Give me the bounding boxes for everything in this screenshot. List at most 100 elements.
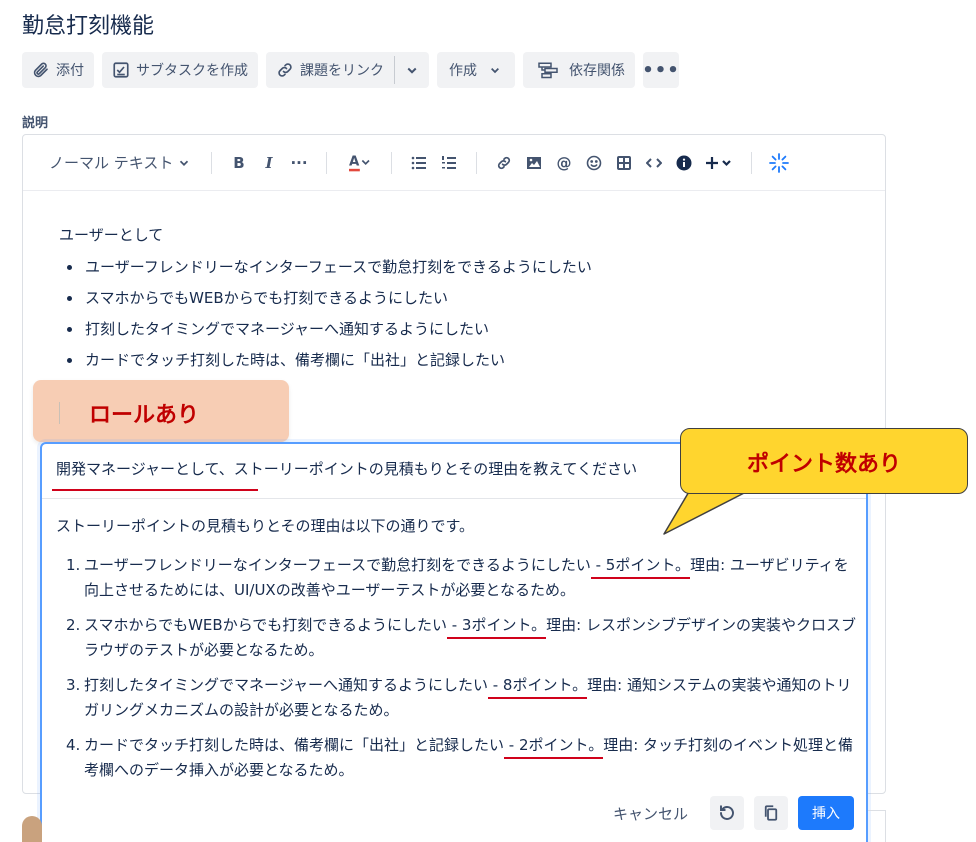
- item-number: 3.: [66, 676, 81, 694]
- item-number: 4.: [66, 736, 81, 754]
- callout-pointer: [663, 488, 756, 535]
- cancel-button[interactable]: キャンセル: [613, 803, 688, 824]
- item-points: - 3ポイント。: [446, 616, 547, 639]
- numbered-list-glyph: [442, 155, 456, 169]
- editor-toolbar: ノーマル テキスト B I ··· A @: [23, 135, 885, 191]
- text-cursor: [59, 402, 60, 424]
- text-color-glyph: A: [349, 154, 370, 171]
- item-points: - 5ポイント。: [590, 556, 691, 579]
- list-item: 1. ユーザーフレンドリーなインターフェースで勤怠打刻をできるようにしたい - …: [66, 553, 856, 603]
- emoji-glyph: [586, 155, 602, 170]
- link-icon[interactable]: [489, 148, 519, 178]
- text-style-dropdown[interactable]: ノーマル テキスト: [49, 152, 199, 173]
- numbered-list-icon[interactable]: [434, 148, 464, 178]
- list-item: ユーザーフレンドリーなインターフェースで勤怠打刻をできるようにしたい: [59, 257, 885, 288]
- link-issue-split-button: 課題をリンク: [266, 52, 429, 88]
- create-label: 作成: [449, 63, 477, 79]
- attach-button[interactable]: 添付: [22, 52, 94, 88]
- table-glyph: [617, 155, 631, 170]
- emoji-icon[interactable]: [579, 148, 609, 178]
- list-item: 4. カードでタッチ打刻した時は、備考欄に「出社」と記録したい - 2ポイント。…: [66, 733, 856, 783]
- insert-button[interactable]: 挿入: [798, 796, 854, 830]
- create-subtask-button[interactable]: サブタスクを作成: [102, 52, 258, 88]
- link-glyph: [497, 156, 511, 169]
- issue-action-bar: 添付 サブタスクを作成 課題をリンク 作成 依存関係 •••: [22, 52, 679, 88]
- item-number: 2.: [66, 616, 81, 634]
- editor-content[interactable]: ユーザーとして ユーザーフレンドリーなインターフェースで勤怠打刻をできるようにし…: [23, 191, 885, 381]
- avatar[interactable]: [22, 816, 42, 842]
- ai-response-list: 1. ユーザーフレンドリーなインターフェースで勤怠打刻をできるようにしたい - …: [66, 553, 856, 793]
- link-icon: [278, 63, 292, 77]
- svg-text:A: A: [349, 154, 360, 169]
- link-issue-label: 課題をリンク: [300, 63, 384, 79]
- table-icon[interactable]: [609, 148, 639, 178]
- description-label: 説明: [22, 116, 49, 131]
- more-formatting-icon[interactable]: ···: [284, 148, 314, 178]
- dependency-icon: [538, 62, 558, 79]
- more-actions-button[interactable]: •••: [642, 52, 680, 88]
- plus-glyph: [706, 156, 731, 169]
- toolbar-divider: [391, 151, 392, 174]
- item-number: 1.: [66, 556, 81, 574]
- list-item: カードでタッチ打刻した時は、備考欄に「出社」と記録したい: [59, 350, 885, 381]
- issue-title[interactable]: 勤怠打刻機能: [22, 8, 154, 40]
- info-icon[interactable]: [669, 148, 699, 178]
- item-story: スマホからでもWEBからでも打刻できるようにしたい: [84, 616, 447, 634]
- list-item: 3. 打刻したタイミングでマネージャーへ通知するようにしたい - 8ポイント。理…: [66, 673, 856, 723]
- description-intro: ユーザーとして: [59, 226, 164, 244]
- item-story: ユーザーフレンドリーなインターフェースで勤怠打刻をできるようにしたい: [84, 556, 591, 574]
- list-item: 打刻したタイミングでマネージャーへ通知するようにしたい: [59, 319, 885, 350]
- role-annotation: ロールあり: [33, 380, 289, 442]
- dependency-label: 依存関係: [569, 63, 625, 79]
- copy-button[interactable]: [754, 796, 788, 830]
- image-icon[interactable]: [519, 148, 549, 178]
- create-subtask-label: サブタスクを作成: [136, 63, 248, 79]
- checkbox-icon: [113, 62, 129, 78]
- bullet-list-icon[interactable]: [404, 148, 434, 178]
- points-annotation: ポイント数あり: [680, 428, 968, 494]
- more-icon: •••: [642, 59, 680, 81]
- attach-label: 添付: [56, 63, 84, 79]
- info-glyph: [676, 155, 692, 170]
- prompt-underline: [52, 489, 258, 491]
- copy-icon: [764, 805, 778, 821]
- text-style-label: ノーマル テキスト: [49, 154, 174, 172]
- link-issue-button[interactable]: 課題をリンク: [266, 52, 394, 88]
- role-annotation-text: ロールあり: [89, 403, 200, 428]
- code-glyph: [646, 157, 662, 168]
- retry-icon: [720, 805, 734, 820]
- item-points: - 8ポイント。: [487, 676, 588, 699]
- image-glyph: [527, 156, 541, 169]
- list-item: スマホからでもWEBからでも打刻できるようにしたい: [59, 288, 885, 319]
- italic-icon[interactable]: I: [254, 148, 284, 178]
- toolbar-divider: [326, 151, 327, 174]
- bold-icon[interactable]: B: [224, 148, 254, 178]
- points-annotation-text: ポイント数あり: [746, 452, 901, 477]
- paperclip-icon: [33, 62, 48, 78]
- create-dropdown-button[interactable]: 作成: [437, 52, 515, 88]
- ai-response-intro: ストーリーポイントの見積もりとその理由は以下の通りです。: [56, 517, 475, 535]
- mention-icon[interactable]: @: [549, 148, 579, 178]
- item-points: - 2ポイント。: [504, 736, 604, 759]
- ai-panel-footer: キャンセル 挿入: [613, 796, 854, 830]
- chevron-down-icon: [180, 160, 189, 166]
- sparkle-glyph: [769, 152, 789, 173]
- list-item: 2. スマホからでもWEBからでも打刻できるようにしたい - 3ポイント。理由:…: [66, 613, 856, 663]
- description-bullet-list: ユーザーフレンドリーなインターフェースで勤怠打刻をできるようにしたい スマホから…: [59, 257, 885, 381]
- ai-prompt-text[interactable]: 開発マネージャーとして、ストーリーポイントの見積もりとその理由を教えてください: [56, 458, 637, 479]
- ai-sparkle-icon[interactable]: [764, 148, 794, 178]
- item-story: 打刻したタイミングでマネージャーへ通知するようにしたい: [84, 676, 488, 694]
- side-panel-edge: [868, 810, 886, 842]
- toolbar-divider: [211, 151, 212, 174]
- bullet-list-glyph: [411, 156, 426, 169]
- toolbar-divider: [476, 151, 477, 174]
- dependency-button[interactable]: 依存関係: [523, 52, 635, 88]
- insert-more-icon[interactable]: [699, 148, 739, 178]
- retry-button[interactable]: [710, 796, 744, 830]
- link-issue-dropdown-button[interactable]: [395, 52, 429, 88]
- toolbar-divider: [751, 151, 752, 174]
- chevron-down-icon: [491, 68, 499, 74]
- text-color-icon[interactable]: A: [339, 148, 379, 178]
- code-icon[interactable]: [639, 148, 669, 178]
- item-story: カードでタッチ打刻した時は、備考欄に「出社」と記録したい: [84, 736, 505, 754]
